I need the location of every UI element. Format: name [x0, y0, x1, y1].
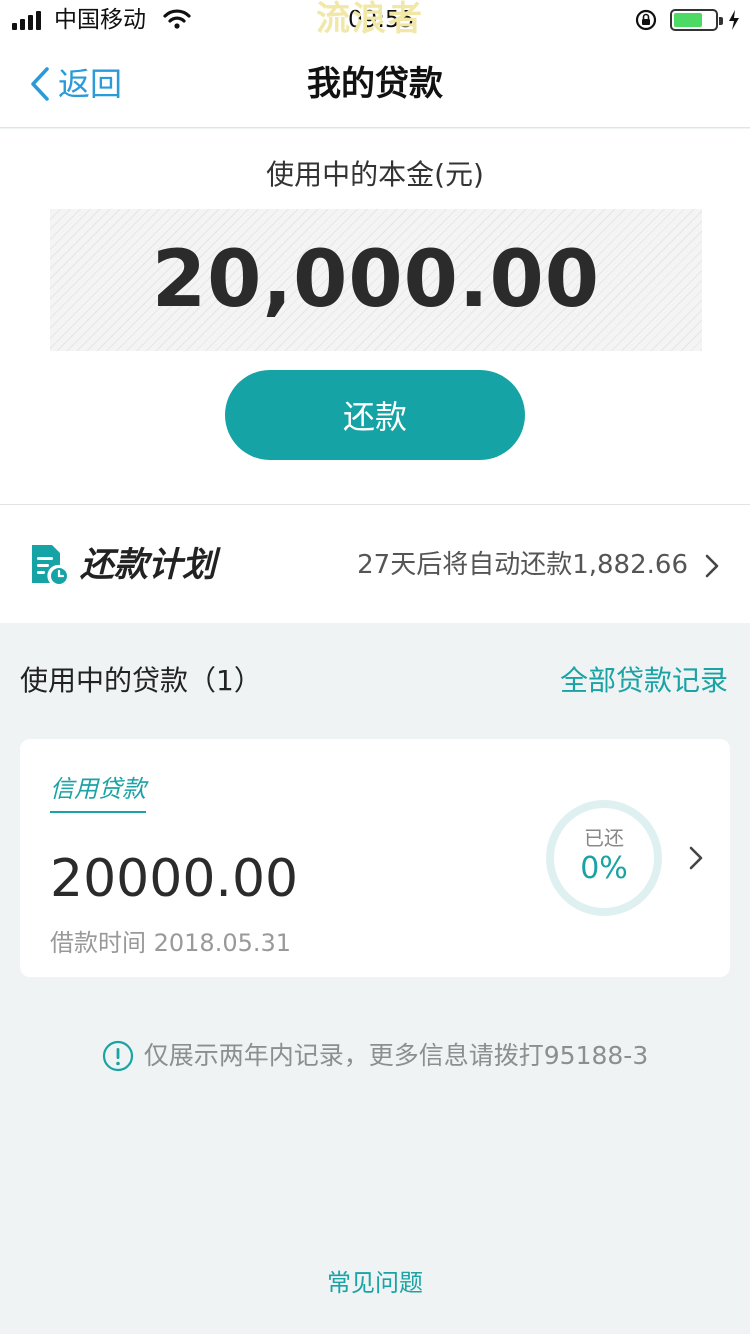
- charging-icon: [729, 10, 739, 30]
- carrier-name: 中国移动: [54, 7, 146, 33]
- principal-summary: 使用中的本金(元) 20,000.00 还款: [0, 129, 750, 504]
- chevron-right-icon: [705, 554, 719, 578]
- loan-page: 中国移动 09:55 流浪者 返回 我的贷款 使用中的本金(元) 20,000.…: [0, 0, 750, 1334]
- rotation-lock-icon: [635, 9, 657, 31]
- schedule-document-icon: [32, 545, 69, 586]
- repayment-plan-title: 还款计划: [80, 545, 216, 585]
- nav-bar: 返回 我的贷款: [0, 40, 750, 128]
- status-bar: 中国移动 09:55 流浪者: [0, 0, 750, 40]
- faq-link[interactable]: 常见问题: [0, 1266, 750, 1300]
- info-icon: [102, 1040, 133, 1072]
- active-loans-title: 使用中的贷款（1）: [20, 664, 262, 697]
- wifi-icon: [163, 9, 191, 29]
- watermark-text: 流浪者: [316, 0, 424, 39]
- signal-icon: [12, 11, 41, 30]
- notice-text: 仅展示两年内记录，更多信息请拨打95188-3: [143, 1041, 649, 1070]
- active-loans-header: 使用中的贷款（1） 全部贷款记录: [0, 623, 750, 739]
- battery-icon: [670, 9, 723, 31]
- loan-date: 借款时间 2018.05.31: [50, 929, 292, 957]
- principal-amount-box: 20,000.00: [50, 209, 702, 351]
- repayment-plan-row[interactable]: 还款计划 27天后将自动还款1,882.66: [0, 505, 750, 623]
- chevron-right-icon: [689, 846, 703, 870]
- records-notice: 仅展示两年内记录，更多信息请拨打95188-3: [0, 1038, 750, 1074]
- all-loan-records-link[interactable]: 全部贷款记录: [560, 663, 728, 699]
- loan-type-label: 信用贷款: [50, 773, 146, 813]
- repaid-label: 已还: [584, 826, 624, 850]
- repayment-plan-info: 27天后将自动还款1,882.66: [357, 550, 688, 580]
- principal-amount: 20,000.00: [151, 235, 601, 325]
- repay-button[interactable]: 还款: [225, 370, 525, 460]
- loan-amount: 20000.00: [50, 849, 299, 909]
- principal-label: 使用中的本金(元): [266, 158, 484, 191]
- repaid-percent: 0%: [580, 851, 628, 886]
- loan-card[interactable]: 信用贷款 20000.00 借款时间 2018.05.31 已还 0%: [20, 739, 730, 977]
- page-title: 我的贷款: [307, 64, 443, 104]
